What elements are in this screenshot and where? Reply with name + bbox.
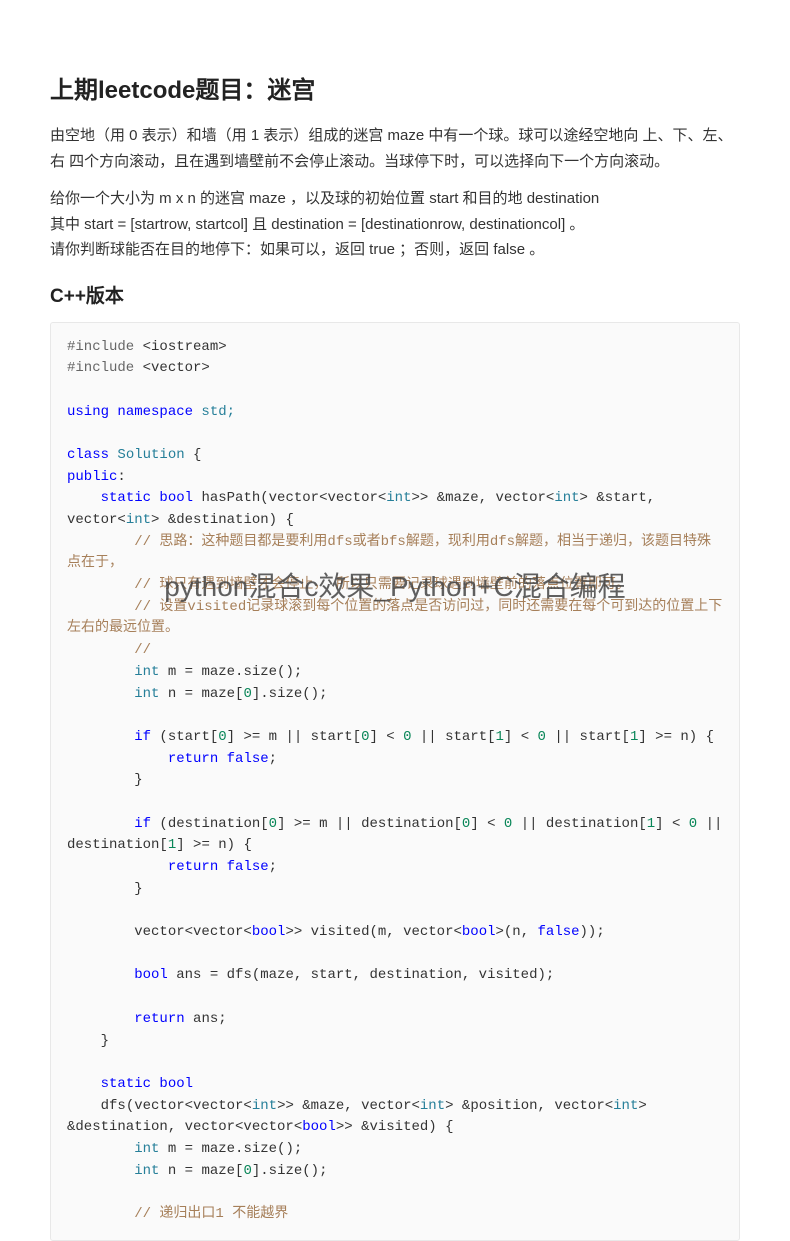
code-token: >> visited(m, vector< [285, 924, 461, 940]
code-token: ] < [504, 729, 538, 745]
code-token: (start[ [151, 729, 218, 745]
desc-line: 请你判断球能否在目的地停下：如果可以，返回 true ；否则，返回 false … [50, 241, 544, 258]
code-token: 1 [647, 816, 655, 832]
code-token: dfs(vector<vector< [67, 1098, 252, 1114]
code-token: 0 [243, 1163, 251, 1179]
code-token: int [67, 1141, 159, 1157]
code-token: int [126, 512, 151, 528]
code-token: > &position, vector< [445, 1098, 613, 1114]
code-token: ans; [185, 1011, 227, 1027]
code-token: 1 [496, 729, 504, 745]
code-token: int [67, 1163, 159, 1179]
code-token: >(n, [496, 924, 538, 940]
code-token: int [420, 1098, 445, 1114]
page-title: 上期leetcode题目：迷宫 [50, 70, 740, 105]
code-token: >> &maze, vector< [277, 1098, 420, 1114]
code-comment: // 思路：这种题目都是要利用dfs或者bfs解题，现利用dfs解题，相当于递归… [67, 534, 711, 572]
code-token: namespace [109, 404, 193, 420]
code-comment: // 设置visited记录球滚到每个位置的落点是否访问过，同时还需要在每个可到… [67, 599, 722, 637]
code-token: <iostream> [134, 339, 226, 355]
code-token: int [554, 490, 579, 506]
code-token: hasPath(vector<vector< [193, 490, 386, 506]
code-token: class [67, 447, 109, 463]
code-token: std; [193, 404, 235, 420]
code-token: vector<vector< [67, 924, 252, 940]
code-token: ] >= m || start[ [227, 729, 361, 745]
code-token: 0 [689, 816, 697, 832]
section-heading-cpp: C++版本 [50, 281, 740, 308]
code-token: ] >= n) { [638, 729, 714, 745]
code-token: ] < [369, 729, 403, 745]
code-token: || start[ [412, 729, 496, 745]
code-token: return [67, 751, 218, 767]
code-token: 0 [243, 686, 251, 702]
code-token: || destination[ [512, 816, 646, 832]
code-token: 0 [269, 816, 277, 832]
code-token: int [613, 1098, 638, 1114]
code-token: return [67, 1011, 185, 1027]
code-token: int [252, 1098, 277, 1114]
code-token: int [67, 686, 159, 702]
code-token: (destination[ [151, 816, 269, 832]
code-token: { [185, 447, 202, 463]
code-token: static [67, 1076, 151, 1092]
desc-line: 给你一个大小为 m x n 的迷宫 maze ，以及球的初始位置 start 和… [50, 190, 599, 207]
code-comment: // [67, 642, 151, 658]
code-token: 0 [403, 729, 411, 745]
code-token: bool [67, 967, 168, 983]
code-token: 1 [168, 837, 176, 853]
code-token: #include [67, 339, 134, 355]
code-token: if [67, 816, 151, 832]
code-token: static [67, 490, 151, 506]
code-token: Solution [109, 447, 185, 463]
code-token: false [538, 924, 580, 940]
code-token: } [67, 881, 143, 897]
code-token: n = maze[ [159, 1163, 243, 1179]
code-token: } [67, 772, 143, 788]
code-token: ] >= n) { [176, 837, 252, 853]
code-token: false [218, 751, 268, 767]
code-comment: // 球只有遇到墙壁才会停止， 所以只需要记录球遇到墙壁前的落点位置即可。 [67, 577, 630, 593]
code-token: return [67, 859, 218, 875]
code-token: ; [269, 859, 277, 875]
code-token: > &destination) { [151, 512, 294, 528]
code-token: } [67, 1033, 109, 1049]
code-token: )); [580, 924, 605, 940]
code-token: bool [151, 490, 193, 506]
code-token: 0 [538, 729, 546, 745]
code-token: bool [151, 1076, 193, 1092]
code-token: ] >= m || destination[ [277, 816, 462, 832]
code-token: m = maze.size(); [159, 664, 302, 680]
code-token: if [67, 729, 151, 745]
code-token: #include [67, 360, 134, 376]
code-token: || start[ [546, 729, 630, 745]
code-token: ] < [655, 816, 689, 832]
code-token: n = maze[ [159, 686, 243, 702]
code-token: ; [269, 751, 277, 767]
code-token: <vector> [134, 360, 210, 376]
code-token: ].size(); [252, 686, 328, 702]
code-token: : [117, 469, 125, 485]
code-token: public [67, 469, 117, 485]
problem-description-1: 由空地（用 0 表示）和墙（用 1 表示）组成的迷宫 maze 中有一个球。球可… [50, 123, 740, 174]
code-token: false [218, 859, 268, 875]
code-token: m = maze.size(); [159, 1141, 302, 1157]
code-token: bool [252, 924, 286, 940]
code-comment: // 递归出口1 不能越界 [67, 1206, 288, 1222]
code-token: int [386, 490, 411, 506]
code-token: int [67, 664, 159, 680]
desc-line: 其中 start = [startrow, startcol] 且 destin… [50, 216, 584, 233]
code-token: >> &maze, vector< [412, 490, 555, 506]
code-block-cpp: #include <iostream> #include <vector> us… [50, 322, 740, 1241]
code-token: ans = dfs(maze, start, destination, visi… [168, 967, 554, 983]
code-token: using [67, 404, 109, 420]
code-token: 0 [218, 729, 226, 745]
code-token: ].size(); [252, 1163, 328, 1179]
code-token: ] < [470, 816, 504, 832]
problem-description-2: 给你一个大小为 m x n 的迷宫 maze ，以及球的初始位置 start 和… [50, 186, 740, 263]
code-token: bool [462, 924, 496, 940]
